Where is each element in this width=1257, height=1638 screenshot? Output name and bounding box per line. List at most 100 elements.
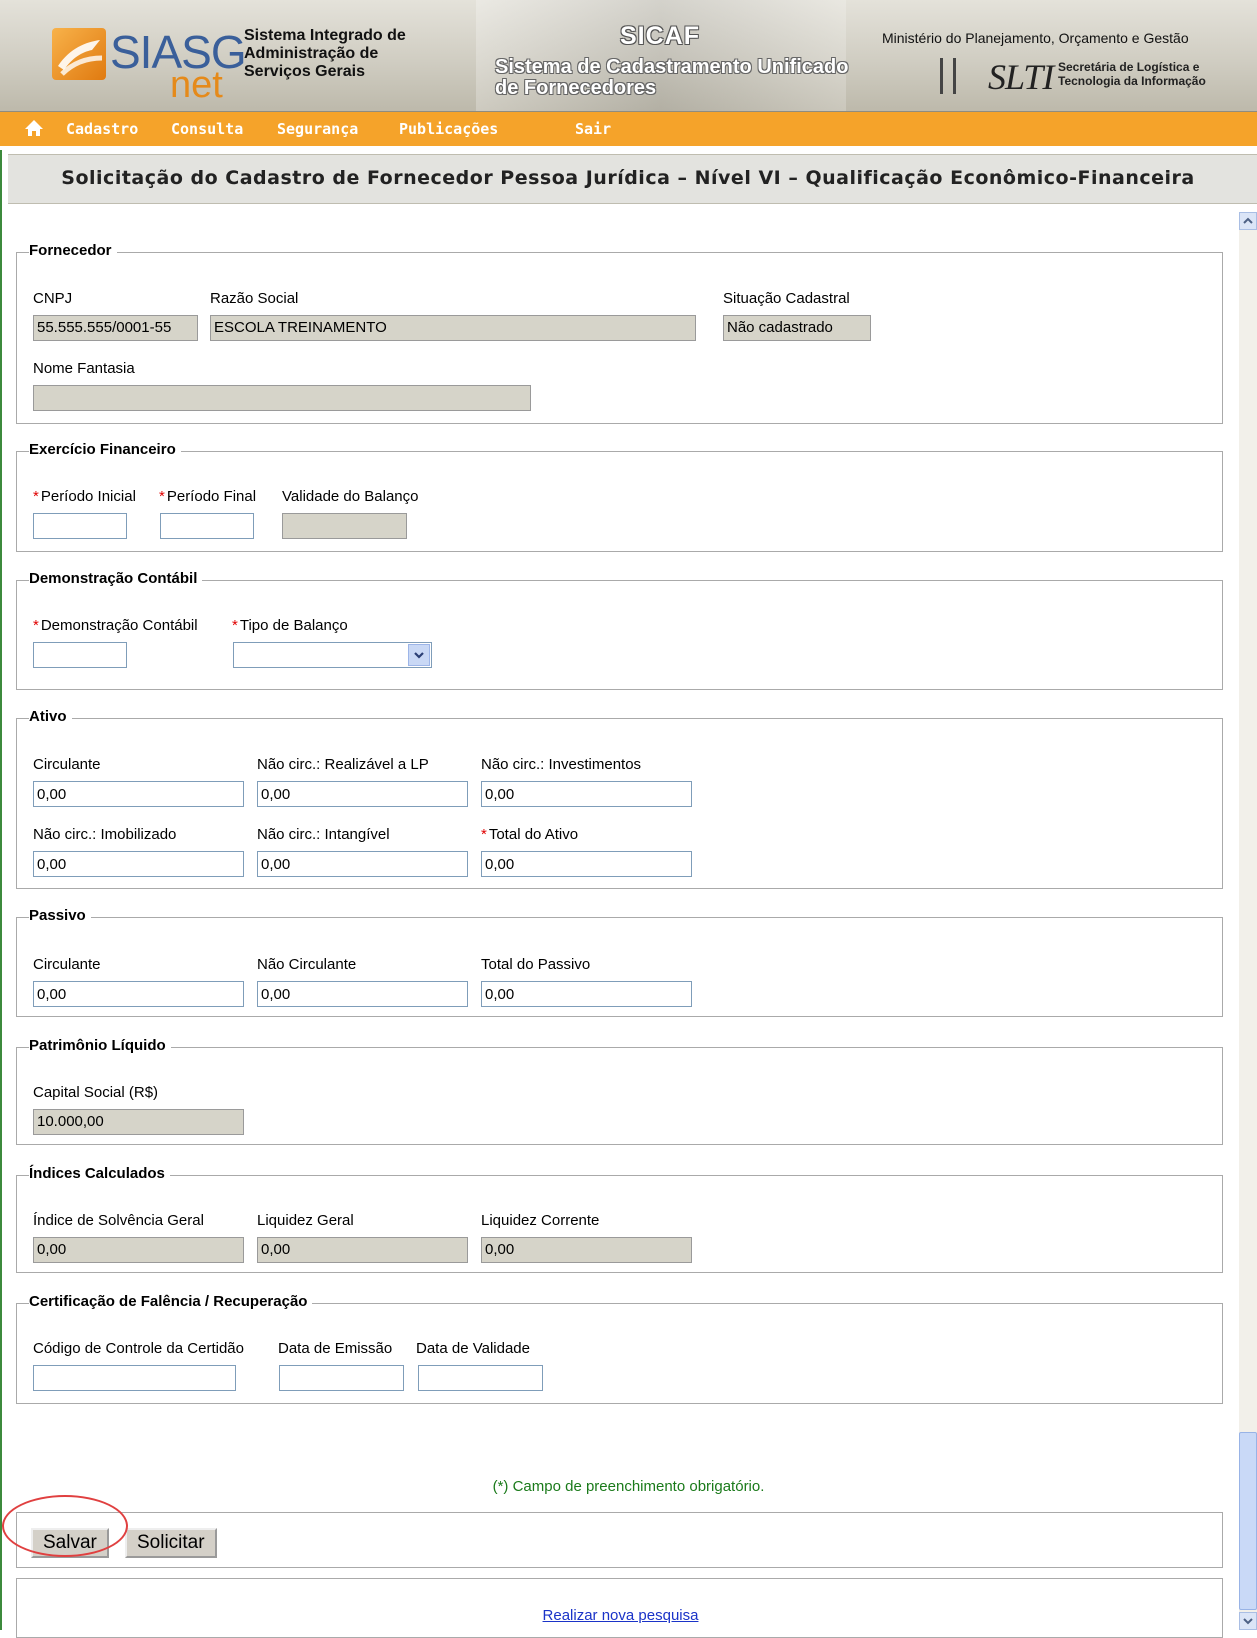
tipo-balanco-select[interactable] bbox=[233, 642, 432, 668]
demonstracao-contabil-label: * Demonstração Contábil bbox=[33, 617, 198, 634]
periodo-inicial-label: * Período Inicial bbox=[33, 488, 136, 505]
menu-item-sair[interactable]: Sair bbox=[575, 120, 611, 138]
demonstracao-legend: Demonstração Contábil bbox=[29, 570, 203, 587]
fieldset-indices-calculados: Índices Calculados Índice de Solvência G… bbox=[16, 1165, 1223, 1273]
required-mark: * bbox=[33, 488, 39, 505]
fieldset-ativo: Ativo Circulante Não circ.: Realizável a… bbox=[16, 708, 1223, 889]
sicaf-title: SICAF bbox=[620, 22, 700, 50]
patrimonio-legend: Patrimônio Líquido bbox=[29, 1037, 171, 1054]
codigo-certidao-label: Código de Controle da Certidão bbox=[33, 1340, 244, 1357]
razao-social-label: Razão Social bbox=[210, 290, 299, 307]
validade-balanco-field bbox=[282, 513, 407, 539]
scroll-down-button[interactable] bbox=[1239, 1612, 1257, 1630]
total-ativo-input[interactable] bbox=[481, 851, 692, 877]
menu-item-seguranca[interactable]: Segurança bbox=[277, 120, 358, 138]
liquidez-corrente-label: Liquidez Corrente bbox=[481, 1212, 600, 1229]
system-name: Sistema Integrado de Administração de Se… bbox=[244, 27, 406, 80]
passivo-circulante-input[interactable] bbox=[33, 981, 244, 1007]
fieldset-passivo: Passivo Circulante Não Circulante Total … bbox=[16, 907, 1223, 1017]
realizavel-lp-input[interactable] bbox=[257, 781, 468, 807]
solvencia-geral-label: Índice de Solvência Geral bbox=[33, 1212, 204, 1229]
total-passivo-input[interactable] bbox=[481, 981, 692, 1007]
ativo-circulante-label: Circulante bbox=[33, 756, 101, 773]
save-button[interactable]: Salvar bbox=[31, 1528, 109, 1558]
periodo-final-input[interactable] bbox=[160, 513, 254, 539]
tipo-balanco-label-text: Tipo de Balanço bbox=[239, 617, 348, 634]
bottom-links-area: Realizar nova pesquisa bbox=[16, 1578, 1223, 1638]
data-emissao-label: Data de Emissão bbox=[278, 1340, 393, 1357]
realizavel-lp-label: Não circ.: Realizável a LP bbox=[257, 756, 429, 773]
total-ativo-label-text: Total do Ativo bbox=[488, 826, 579, 843]
data-emissao-input[interactable] bbox=[279, 1365, 404, 1391]
codigo-certidao-input[interactable] bbox=[33, 1365, 236, 1391]
required-mark: * bbox=[481, 826, 487, 843]
page-title: Solicitação do Cadastro de Fornecedor Pe… bbox=[61, 167, 1195, 189]
action-buttons-area: Salvar Solicitar bbox=[16, 1512, 1223, 1568]
fieldset-certificacao: Certificação de Falência / Recuperação C… bbox=[16, 1293, 1223, 1404]
required-field-note: (*) Campo de preenchimento obrigatório. bbox=[492, 1478, 765, 1495]
nao-circulante-input[interactable] bbox=[257, 981, 468, 1007]
total-ativo-label: * Total do Ativo bbox=[481, 826, 578, 843]
siasg-logo-icon bbox=[52, 28, 106, 80]
fieldset-fornecedor: Fornecedor CNPJ 55.555.555/0001-55 Razão… bbox=[16, 242, 1223, 424]
required-mark: * bbox=[232, 617, 238, 634]
investimentos-input[interactable] bbox=[481, 781, 692, 807]
situacao-field: Não cadastrado bbox=[723, 315, 871, 341]
title-bar: Solicitação do Cadastro de Fornecedor Pe… bbox=[8, 154, 1257, 204]
menu-item-consulta[interactable]: Consulta bbox=[171, 120, 243, 138]
new-search-link[interactable]: Realizar nova pesquisa bbox=[543, 1607, 699, 1624]
indices-legend: Índices Calculados bbox=[29, 1165, 170, 1182]
data-validade-label: Data de Validade bbox=[416, 1340, 530, 1357]
intangivel-input[interactable] bbox=[257, 851, 468, 877]
scroll-thumb[interactable] bbox=[1239, 1432, 1257, 1610]
fieldset-demonstracao-contabil: Demonstração Contábil * Demonstração Cont… bbox=[16, 570, 1223, 690]
solvencia-geral-field: 0,00 bbox=[33, 1237, 244, 1263]
fieldset-patrimonio-liquido: Patrimônio Líquido Capital Social (R$) 1… bbox=[16, 1037, 1223, 1145]
fieldset-exercicio-financeiro: Exercício Financeiro * Período Inicial * P… bbox=[16, 441, 1223, 552]
required-mark: * bbox=[33, 617, 39, 634]
home-icon[interactable] bbox=[24, 119, 44, 141]
scroll-up-button[interactable] bbox=[1239, 212, 1257, 230]
tipo-balanco-label: * Tipo de Balanço bbox=[232, 617, 348, 634]
investimentos-label: Não circ.: Investimentos bbox=[481, 756, 642, 773]
ativo-legend: Ativo bbox=[29, 708, 72, 725]
nao-circulante-label: Não Circulante bbox=[257, 956, 357, 973]
liquidez-geral-field: 0,00 bbox=[257, 1237, 468, 1263]
left-border-line bbox=[0, 150, 2, 1630]
vertical-scrollbar[interactable] bbox=[1239, 212, 1257, 1630]
sicaf-subtitle: Sistema de Cadastramento Unificado de Fo… bbox=[495, 56, 849, 99]
request-button[interactable]: Solicitar bbox=[125, 1528, 217, 1558]
new-search-container: Realizar nova pesquisa bbox=[17, 1607, 1224, 1624]
imobilizado-input[interactable] bbox=[33, 851, 244, 877]
cnpj-field: 55.555.555/0001-55 bbox=[33, 315, 198, 341]
slti-desc-line1: Secretária de Logística e bbox=[1058, 60, 1200, 74]
main-menu: Cadastro Consulta Segurança Publicações … bbox=[0, 112, 1257, 146]
imobilizado-label: Não circ.: Imobilizado bbox=[33, 826, 177, 843]
total-passivo-label: Total do Passivo bbox=[481, 956, 591, 973]
situacao-label: Situação Cadastral bbox=[723, 290, 850, 307]
menu-item-publicacoes[interactable]: Publicações bbox=[399, 120, 498, 138]
periodo-final-label-text: Período Final bbox=[166, 488, 257, 505]
chevron-down-icon bbox=[414, 652, 424, 659]
periodo-final-label: * Período Final bbox=[159, 488, 256, 505]
chevron-up-icon bbox=[1243, 217, 1253, 224]
slti-description: Secretária de Logística e Tecnologia da … bbox=[1058, 60, 1206, 88]
cnpj-label: CNPJ bbox=[33, 290, 73, 307]
demonstracao-label-text: Demonstração Contábil bbox=[40, 617, 198, 634]
periodo-inicial-input[interactable] bbox=[33, 513, 127, 539]
fornecedor-legend: Fornecedor bbox=[29, 242, 117, 259]
menu-item-cadastro[interactable]: Cadastro bbox=[66, 120, 138, 138]
capital-social-label: Capital Social (R$) bbox=[33, 1084, 159, 1101]
slti-logo: SLTI bbox=[988, 57, 1054, 97]
liquidez-corrente-field: 0,00 bbox=[481, 1237, 692, 1263]
razao-social-field: ESCOLA TREINAMENTO bbox=[210, 315, 696, 341]
ministry-name: Ministério do Planejamento, Orçamento e … bbox=[882, 30, 1189, 46]
dropdown-button[interactable] bbox=[408, 644, 430, 666]
demonstracao-contabil-input[interactable] bbox=[33, 642, 127, 668]
data-validade-input[interactable] bbox=[418, 1365, 543, 1391]
ativo-circulante-input[interactable] bbox=[33, 781, 244, 807]
intangivel-label: Não circ.: Intangível bbox=[257, 826, 390, 843]
periodo-inicial-label-text: Período Inicial bbox=[40, 488, 136, 505]
required-mark: * bbox=[159, 488, 165, 505]
nome-fantasia-label: Nome Fantasia bbox=[33, 360, 135, 377]
